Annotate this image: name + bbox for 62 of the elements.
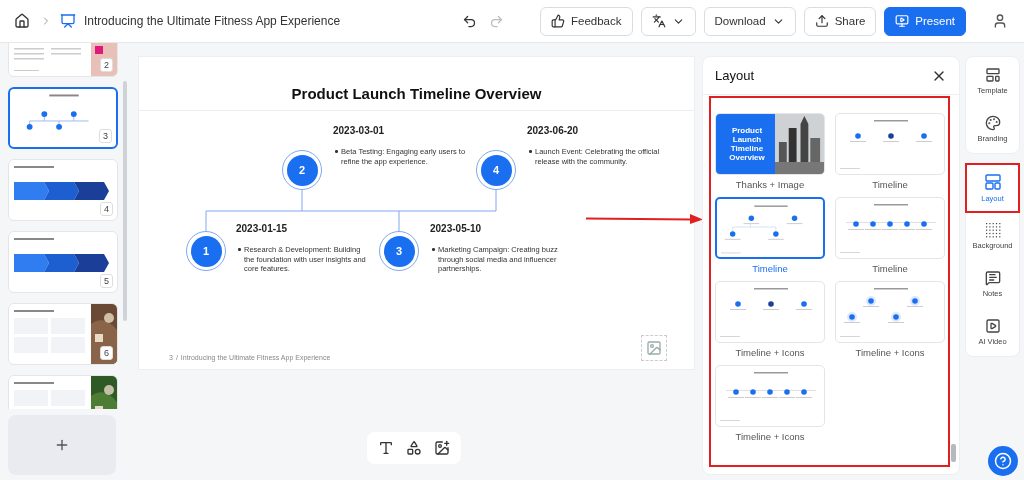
download-button[interactable]: Download: [703, 6, 796, 36]
feedback-button[interactable]: Feedback: [540, 6, 633, 36]
share-button[interactable]: Share: [803, 6, 877, 36]
layout-option[interactable]: Product Launch Timeline Overview Thanks + Image: [715, 113, 825, 193]
event-date: 2023-01-15: [236, 223, 288, 234]
thumbs-up-icon: [551, 14, 565, 28]
template-icon: [984, 67, 1001, 83]
plus-icon: [54, 437, 70, 453]
help-icon: [994, 452, 1012, 470]
home-icon[interactable]: [12, 11, 32, 31]
timeline-node: 3: [379, 231, 419, 271]
event-date: 2023-06-20: [527, 125, 579, 136]
dotted-grid-icon: [984, 222, 1001, 238]
scrollbar[interactable]: [951, 444, 956, 462]
scrollbar[interactable]: [123, 81, 127, 321]
layout-option[interactable]: Timeline: [835, 113, 945, 193]
present-button[interactable]: Present: [884, 6, 966, 36]
layout-label: Timeline + Icons: [735, 347, 805, 360]
help-button[interactable]: [988, 446, 1018, 476]
layout-option[interactable]: Timeline + Icons: [715, 281, 825, 361]
timeline-node: 2: [282, 150, 322, 190]
share-icon: [814, 14, 829, 28]
slide-number: 3: [99, 129, 112, 143]
event-date: 2023-03-01: [333, 125, 385, 136]
layout-option[interactable]: Timeline: [835, 197, 945, 277]
presentation-icon: [895, 14, 910, 28]
slide-thumbnail[interactable]: 6: [8, 303, 118, 365]
slide-title: Product Launch Timeline Overview: [291, 85, 542, 102]
slide-thumbnail[interactable]: 2: [8, 43, 118, 77]
layout-label: Timeline: [752, 263, 788, 276]
event-date: 2023-05-10: [430, 223, 482, 234]
layout-option[interactable]: Timeline + Icons: [835, 281, 945, 361]
slide-thumbnail[interactable]: 5: [8, 231, 118, 293]
preview-title: Product Launch Timeline Overview: [728, 126, 766, 162]
timeline-node: 1: [186, 231, 226, 271]
presentation-icon: [60, 13, 76, 29]
panel-title: Layout: [715, 68, 755, 83]
notes-icon: [984, 270, 1001, 286]
video-icon: [984, 318, 1001, 334]
shapes-icon[interactable]: [404, 438, 424, 458]
add-image-icon[interactable]: [432, 438, 452, 458]
layout-label: Thanks + Image: [735, 179, 805, 192]
slide-number: 4: [100, 202, 113, 216]
timeline-node: 4: [476, 150, 516, 190]
layout-label: Timeline + Icons: [855, 347, 925, 360]
slide-thumbnail[interactable]: 4: [8, 159, 118, 221]
document-title: Introducing the Ultimate Fitness App Experience: [84, 14, 341, 28]
layout-label: Timeline + Icons: [735, 431, 805, 444]
bullet-icon: [335, 150, 338, 153]
translate-icon: [651, 14, 666, 28]
slide-number: 5: [100, 274, 113, 288]
layout-option[interactable]: Timeline + Icons: [715, 365, 825, 445]
bullet-icon: [238, 248, 241, 251]
layout-option[interactable]: Timeline: [715, 197, 825, 277]
layout-icon: [983, 173, 1002, 191]
bullet-icon: [529, 150, 532, 153]
palette-icon: [984, 115, 1001, 131]
layout-label: Timeline: [872, 179, 908, 192]
layout-label: Timeline: [872, 263, 908, 276]
bullet-icon: [432, 248, 435, 251]
slide-thumbnail[interactable]: 3: [8, 87, 118, 149]
language-button[interactable]: [640, 6, 696, 36]
